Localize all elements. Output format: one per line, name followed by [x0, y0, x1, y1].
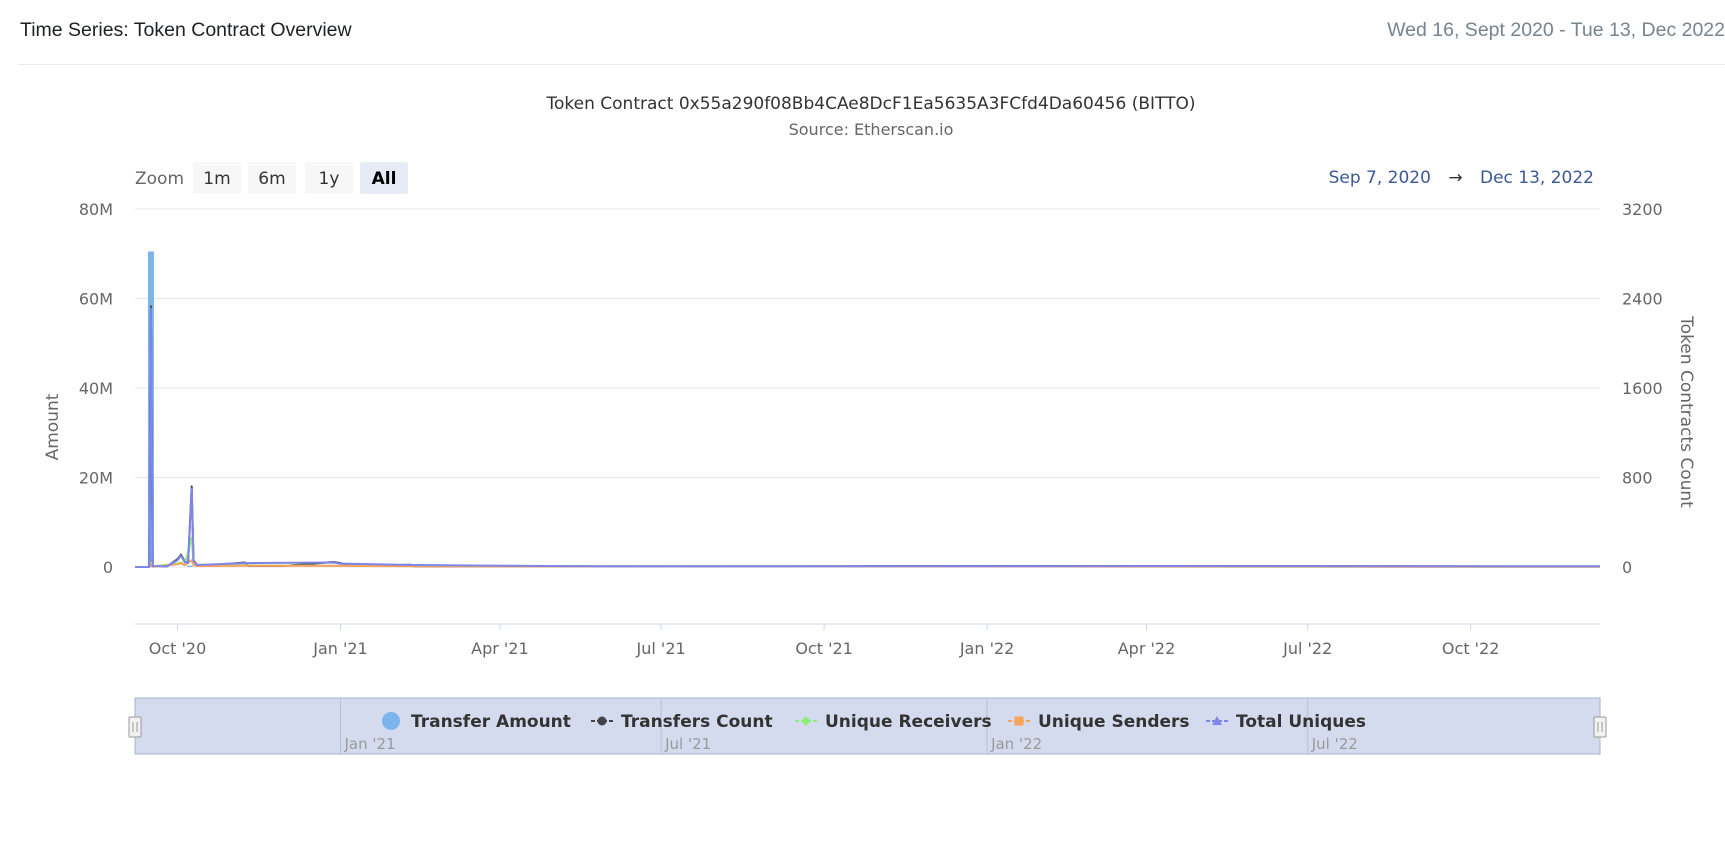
x-tick-label: Jul '22 — [1282, 639, 1332, 658]
legend-label: Transfer Amount — [411, 712, 571, 732]
y-left-tick-label: 40M — [79, 379, 113, 398]
svg-text:1m: 1m — [203, 169, 230, 189]
card-header: Time Series: Token Contract Overview Wed… — [18, 0, 1725, 65]
y-left-tick-label: 0 — [103, 558, 113, 577]
zoom-button-1y[interactable]: 1y — [305, 162, 353, 194]
x-tick-label: Jan '21 — [312, 639, 368, 658]
legend-label: Unique Receivers — [825, 712, 992, 732]
y-right-tick-label: 1600 — [1622, 379, 1663, 398]
y-axis-right: 0 800 1600 2400 3200 — [1622, 200, 1663, 577]
y-axis-left: 0 20M 40M 60M 80M — [79, 200, 113, 577]
legend-symbol — [382, 712, 400, 730]
time-series-chart: Token Contract 0x55a290f08Bb4CAe8DcF1Ea5… — [43, 94, 1696, 755]
y-axis-left-title: Amount — [43, 393, 63, 460]
x-tick-label: Oct '20 — [149, 639, 207, 658]
legend-item-unique-receivers[interactable]: Unique Receivers — [795, 712, 992, 732]
svg-text:All: All — [372, 169, 397, 189]
legend-item-transfer-amount[interactable]: Transfer Amount — [382, 712, 571, 732]
y-left-tick-label: 60M — [79, 290, 113, 309]
y-right-tick-label: 3200 — [1622, 200, 1663, 219]
transfers-count-line[interactable] — [135, 305, 1601, 568]
navigator-tick-label: Jul '22 — [1311, 735, 1358, 753]
unique-receivers-line[interactable] — [135, 536, 1601, 568]
range-to[interactable]: Dec 13, 2022 — [1480, 168, 1594, 188]
navigator-right-handle[interactable] — [1593, 716, 1607, 738]
zoom-button-all[interactable]: All — [360, 162, 408, 194]
y-left-tick-label: 80M — [79, 200, 113, 219]
legend-label: Unique Senders — [1038, 712, 1190, 732]
grid-lines — [135, 208, 1600, 568]
navigator-tick-label: Jan '22 — [990, 735, 1042, 753]
x-tick-label: Jan '22 — [959, 639, 1015, 658]
navigator-tick-label: Jul '21 — [664, 735, 711, 753]
range-arrow: → — [1448, 168, 1462, 188]
zoom-button-6m[interactable]: 6m — [248, 162, 296, 194]
x-axis: Oct '20 Jan '21 Apr '21 Jul '21 Oct '21 Jan '… — [149, 624, 1500, 658]
range-from[interactable]: Sep 7, 2020 — [1329, 168, 1431, 188]
legend-label: Total Uniques — [1236, 712, 1366, 732]
navigator-tick-label: Jan '21 — [343, 735, 395, 753]
y-right-tick-label: 0 — [1622, 558, 1632, 577]
y-right-tick-label: 2400 — [1622, 290, 1663, 309]
chart-title: Token Contract 0x55a290f08Bb4CAe8DcF1Ea5… — [546, 94, 1196, 114]
legend-marker — [597, 716, 607, 726]
total-uniques-line[interactable] — [135, 307, 1601, 568]
y-axis-right-title: Token Contracts Count — [1676, 315, 1696, 508]
x-tick-label: Apr '21 — [471, 639, 529, 658]
header-date-range: Wed 16, Sept 2020 - Tue 13, Dec 2022 — [1387, 19, 1725, 41]
legend-label: Transfers Count — [621, 712, 773, 732]
range-selector: Sep 7, 2020 → Dec 13, 2022 — [1329, 168, 1594, 188]
chart-subtitle: Source: Etherscan.io — [789, 120, 954, 139]
zoom-label: Zoom — [135, 169, 184, 189]
svg-text:6m: 6m — [258, 169, 285, 189]
x-tick-label: Apr '22 — [1118, 639, 1176, 658]
y-left-tick-label: 20M — [79, 469, 113, 488]
x-tick-label: Jul '21 — [636, 639, 686, 658]
zoom-buttons: 1m 6m 1y All — [193, 162, 408, 194]
x-tick-label: Oct '21 — [795, 639, 853, 658]
svg-text:1y: 1y — [319, 169, 340, 189]
navigator-left-handle[interactable] — [128, 716, 142, 738]
x-tick-label: Oct '22 — [1442, 639, 1500, 658]
page-title: Time Series: Token Contract Overview — [20, 19, 352, 41]
transfer-amount-bar[interactable] — [186, 565, 193, 567]
y-right-tick-label: 800 — [1622, 469, 1653, 488]
legend-marker — [1014, 716, 1024, 726]
zoom-button-1m[interactable]: 1m — [193, 162, 241, 194]
